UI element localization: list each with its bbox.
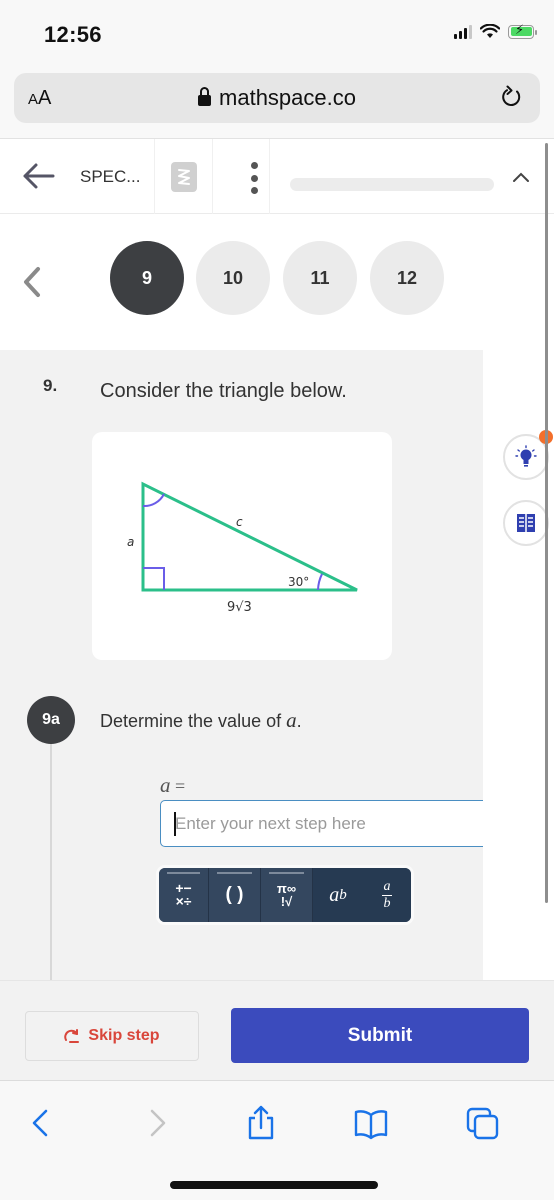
chevron-left-icon[interactable] — [20, 264, 44, 300]
pager-item-12[interactable]: 12 — [370, 241, 444, 315]
worked-example-book-icon — [517, 514, 535, 532]
triangle-diagram: a c 9√3 30° — [127, 481, 358, 615]
answer-equals: = — [170, 776, 186, 796]
cellular-signal-icon — [454, 24, 472, 39]
status-time: 12:56 — [44, 22, 102, 47]
question-number: 9. — [43, 376, 58, 395]
base-angle-arc — [317, 573, 323, 591]
label-angle-30: 30° — [288, 575, 309, 589]
label-side-a: a — [127, 535, 134, 549]
url-display[interactable]: mathspace.co — [14, 85, 540, 111]
right-angle-marker — [143, 567, 165, 590]
answer-variable: a — [160, 773, 171, 797]
triangle-shape — [141, 481, 358, 592]
safari-toolbar — [0, 1080, 554, 1200]
pager-item-10[interactable]: 10 — [196, 241, 270, 315]
url-text: mathspace.co — [219, 85, 356, 110]
skip-step-label: Skip step — [88, 1027, 160, 1044]
right-rail — [483, 350, 554, 1080]
step-prompt-variable: a — [286, 708, 297, 732]
browser-forward-icon[interactable] — [140, 1105, 174, 1141]
lock-icon — [198, 87, 212, 106]
brackets-button[interactable]: ( ) — [209, 868, 261, 922]
question-pager: 9 10 11 12 — [0, 214, 554, 350]
share-icon[interactable] — [244, 1105, 278, 1141]
header-divider — [154, 139, 155, 215]
submit-button[interactable]: Submit — [231, 1008, 529, 1063]
top-angle-arc — [142, 493, 165, 508]
step-prompt: Determine the value of a. — [100, 708, 302, 733]
answer-variable-label: a = — [160, 773, 185, 798]
worked-example-button[interactable] — [503, 500, 549, 546]
header-divider — [269, 139, 270, 215]
operators-button[interactable]: +− ×÷ — [159, 868, 209, 922]
kebab-menu-icon[interactable] — [247, 162, 261, 194]
text-caret — [174, 812, 176, 836]
reload-icon[interactable] — [498, 83, 526, 111]
wifi-icon — [480, 24, 500, 38]
label-side-base: 9√3 — [227, 600, 252, 615]
mathspace-logo-icon[interactable] — [171, 162, 197, 192]
step-badge: 9a — [27, 696, 75, 744]
question-content: 9. Consider the triangle below. a c 9√3 … — [0, 350, 488, 1080]
status-icons: ⚡ — [454, 22, 537, 39]
symbols-button[interactable]: π∞ !√ — [261, 868, 313, 922]
skip-arrow-icon — [64, 1029, 80, 1043]
app-header: SPEC... — [0, 138, 554, 215]
lightbulb-icon — [515, 445, 537, 467]
actions-bar: Skip step Submit — [0, 980, 554, 1080]
pager-item-9[interactable]: 9 — [110, 241, 184, 315]
header-divider — [212, 139, 213, 215]
home-indicator — [170, 1181, 378, 1189]
page-scrollbar[interactable] — [545, 143, 548, 903]
header-title[interactable]: SPEC... — [80, 167, 140, 187]
pager-item-11[interactable]: 11 — [283, 241, 357, 315]
label-side-c: c — [236, 515, 243, 529]
fraction-button[interactable]: ab — [363, 868, 411, 922]
power-button[interactable]: ab — [313, 868, 363, 922]
hint-button[interactable] — [503, 430, 553, 480]
tabs-icon[interactable] — [466, 1105, 500, 1141]
status-bar: 12:56 ⚡ — [0, 0, 554, 66]
progress-bar — [290, 178, 494, 191]
battery-charging-icon: ⚡ — [508, 22, 537, 39]
safari-address-bar[interactable]: AA mathspace.co — [14, 73, 540, 123]
browser-back-icon[interactable] — [24, 1105, 58, 1141]
bookmarks-icon[interactable] — [354, 1105, 388, 1141]
step-prompt-text: Determine the value of — [100, 711, 287, 731]
question-text: Consider the triangle below. — [100, 380, 347, 402]
step-prompt-suffix: . — [296, 711, 302, 731]
arrow-left-icon[interactable] — [20, 161, 56, 191]
answer-input[interactable] — [160, 800, 488, 847]
triangle-figure: a c 9√3 30° — [92, 432, 392, 660]
math-keyboard-toolbar: +− ×÷ ( ) π∞ !√ ab ab — [159, 868, 411, 922]
chevron-up-icon[interactable] — [512, 170, 530, 184]
skip-step-button[interactable]: Skip step — [25, 1011, 199, 1061]
